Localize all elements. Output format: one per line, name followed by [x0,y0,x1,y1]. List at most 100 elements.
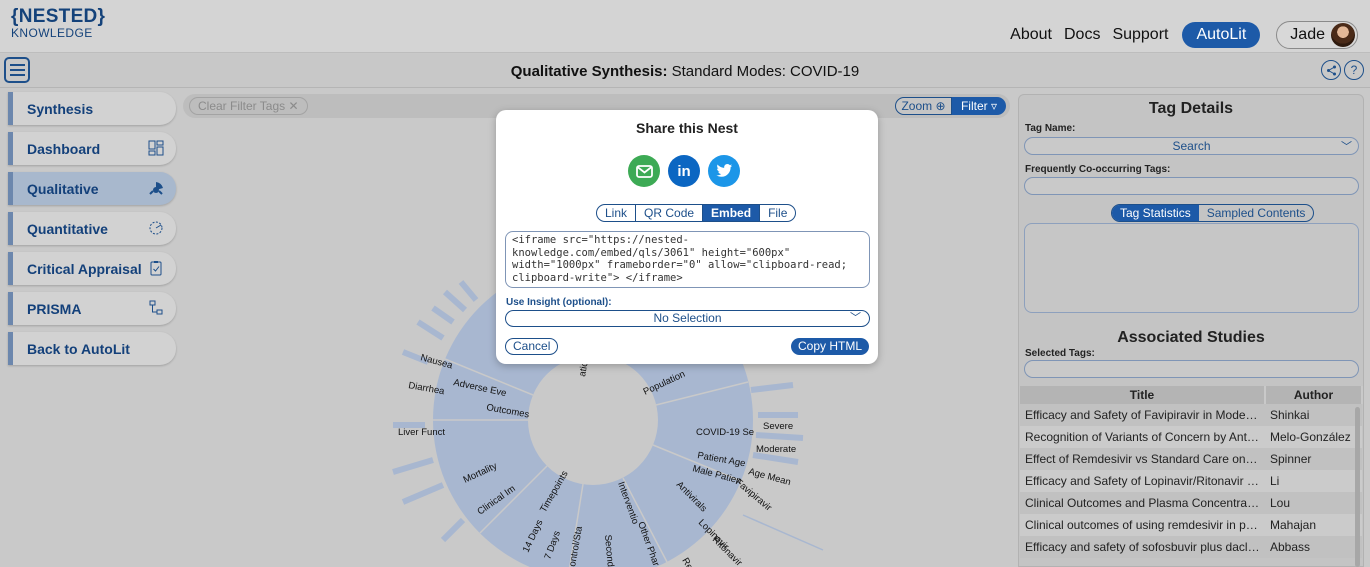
insight-label: Use Insight (optional): [506,297,612,308]
cancel-button[interactable]: Cancel [505,338,559,355]
tag-search-placeholder: Search [1172,139,1211,153]
sidebar-item-label: Quantitative [27,220,108,237]
study-author: Melo-González [1265,426,1362,448]
tab-sampled-contents[interactable]: Sampled Contents [1199,205,1314,221]
clear-filter-label: Clear Filter Tags [198,99,286,113]
filter-icon: ▿ [990,99,998,113]
column-header-title[interactable]: Title [1020,386,1266,404]
sidebar-item-prisma[interactable]: PRISMA [8,292,176,325]
selected-tags-label: Selected Tags: [1025,348,1095,359]
table-row[interactable]: Clinical Outcomes and Plasma Concentrati… [1020,492,1362,514]
autolit-button[interactable]: AutoLit [1182,22,1261,48]
studies-table: Title Author Efficacy and Safety of Favi… [1020,386,1363,558]
zoom-button[interactable]: Zoom ⊕ [895,97,952,115]
share-tabs: Link QR Code Embed File [596,204,797,222]
nav-support[interactable]: Support [1112,26,1168,44]
table-scrollbar[interactable] [1355,407,1360,567]
copy-html-button[interactable]: Copy HTML [790,338,869,355]
sunburst-label: Re [679,556,695,567]
page-title: Qualitative Synthesis: Standard Modes: C… [0,63,1370,80]
study-author: Lou [1265,492,1362,514]
logo[interactable]: {NESTED} KNOWLEDGE [11,7,105,39]
sidebar-item-label: Critical Appraisal [27,260,142,277]
sunburst-label: COVID-19 Se [696,427,754,438]
insight-select[interactable]: No Selection ﹀ [505,310,870,327]
linkedin-share-icon[interactable]: in [668,155,700,187]
chevron-down-icon: ﹀ [850,312,861,324]
table-row[interactable]: Recognition of Variants of Concern by An… [1020,426,1362,448]
logo-line2: KNOWLEDGE [11,26,93,40]
tab-link[interactable]: Link [597,205,637,221]
filter-button[interactable]: Filter ▿ [952,97,1006,115]
nav-about[interactable]: About [1010,26,1052,44]
nav-links: About Docs Support AutoLit Jade [1010,21,1358,49]
study-title: Clinical outcomes of using remdesivir in… [1020,514,1265,536]
embed-code-textarea[interactable]: <iframe src="https://nested-knowledge.co… [505,231,870,288]
cooccur-label: Frequently Co-occurring Tags: [1025,164,1171,175]
twitter-share-icon[interactable] [708,155,740,187]
sidebar-item-quantitative[interactable]: Quantitative [8,212,176,245]
tab-embed[interactable]: Embed [703,205,761,221]
table-row[interactable]: Efficacy and Safety of Lopinavir/Ritonav… [1020,470,1362,492]
sidebar-item-label: Back to AutoLit [27,340,130,357]
dashboard-icon [148,140,164,156]
table-row[interactable]: Clinical outcomes of using remdesivir in… [1020,514,1362,536]
column-header-author[interactable]: Author [1265,386,1363,404]
sidebar-item-back-to-autolit[interactable]: Back to AutoLit [8,332,176,365]
table-row[interactable]: Effect of Remdesivir vs Standard Care on… [1020,448,1362,470]
clear-filter-tags-button[interactable]: Clear Filter Tags ✕ [189,97,308,115]
page-title-bold: Qualitative Synthesis: [510,63,668,80]
tag-name-label: Tag Name: [1025,123,1076,134]
user-menu[interactable]: Jade [1276,21,1358,49]
tag-stats-toggle: Tag Statistics Sampled Contents [1111,204,1315,222]
share-modal: Share this Nest in Link QR Code Embed Fi… [496,110,878,364]
cooccur-field[interactable] [1024,177,1359,195]
tab-file[interactable]: File [760,205,795,221]
tab-tag-statistics[interactable]: Tag Statistics [1112,205,1199,221]
tag-search-select[interactable]: Search ﹀ [1024,137,1359,155]
share-icon[interactable] [1321,60,1341,80]
tag-stats-box [1024,223,1359,313]
sunburst-label: Moderate [756,444,796,455]
tag-details-title: Tag Details [1148,100,1234,117]
share-icons: in [628,155,740,187]
study-author: Shinkai [1265,404,1362,426]
table-row[interactable]: Efficacy and safety of sofosbuvir plus d… [1020,536,1362,558]
study-title: Efficacy and Safety of Favipiravir in Mo… [1020,404,1265,426]
flowchart-icon [148,300,164,316]
associated-studies-title: Associated Studies [1117,329,1265,346]
qualitative-icon [148,180,164,196]
study-author: Spinner [1265,448,1362,470]
nav-docs[interactable]: Docs [1064,26,1100,44]
sidebar: Synthesis Dashboard Qualitative Quantita… [8,92,176,372]
tag-details-panel: Tag Details Tag Name: Search ﹀ Frequentl… [1018,94,1364,567]
study-title: Clinical Outcomes and Plasma Concentrati… [1020,492,1265,514]
sidebar-item-synthesis[interactable]: Synthesis [8,92,176,125]
table-row[interactable]: Efficacy and Safety of Favipiravir in Mo… [1020,404,1362,426]
study-title: Efficacy and safety of sofosbuvir plus d… [1020,536,1265,558]
avatar [1331,23,1355,47]
selected-tags-field[interactable] [1024,360,1359,378]
sidebar-item-dashboard[interactable]: Dashboard [8,132,176,165]
quantitative-icon [148,220,164,236]
close-icon: ✕ [288,99,299,113]
sidebar-item-label: Synthesis [27,100,94,117]
sunburst-label: Liver Funct [398,427,445,438]
header-icons: ? [1321,60,1364,80]
sidebar-item-label: Dashboard [27,140,101,157]
sidebar-item-critical-appraisal[interactable]: Critical Appraisal [8,252,176,285]
filter-label: Filter [960,99,988,113]
user-name: Jade [1290,26,1325,43]
sunburst-label: Age Mean [747,466,792,488]
help-icon[interactable]: ? [1344,60,1364,80]
email-share-icon[interactable] [628,155,660,187]
page-title-rest: Standard Modes: COVID-19 [667,63,860,80]
modal-title: Share this Nest [636,120,738,136]
sidebar-item-qualitative[interactable]: Qualitative [8,172,176,205]
sunburst-label: Severe [763,421,793,432]
chevron-down-icon: ﹀ [1341,141,1352,153]
tab-qr-code[interactable]: QR Code [636,205,704,221]
study-author: Abbass [1265,536,1362,558]
logo-line1: {NESTED} [11,6,106,27]
zoom-icon: ⊕ [935,99,946,113]
